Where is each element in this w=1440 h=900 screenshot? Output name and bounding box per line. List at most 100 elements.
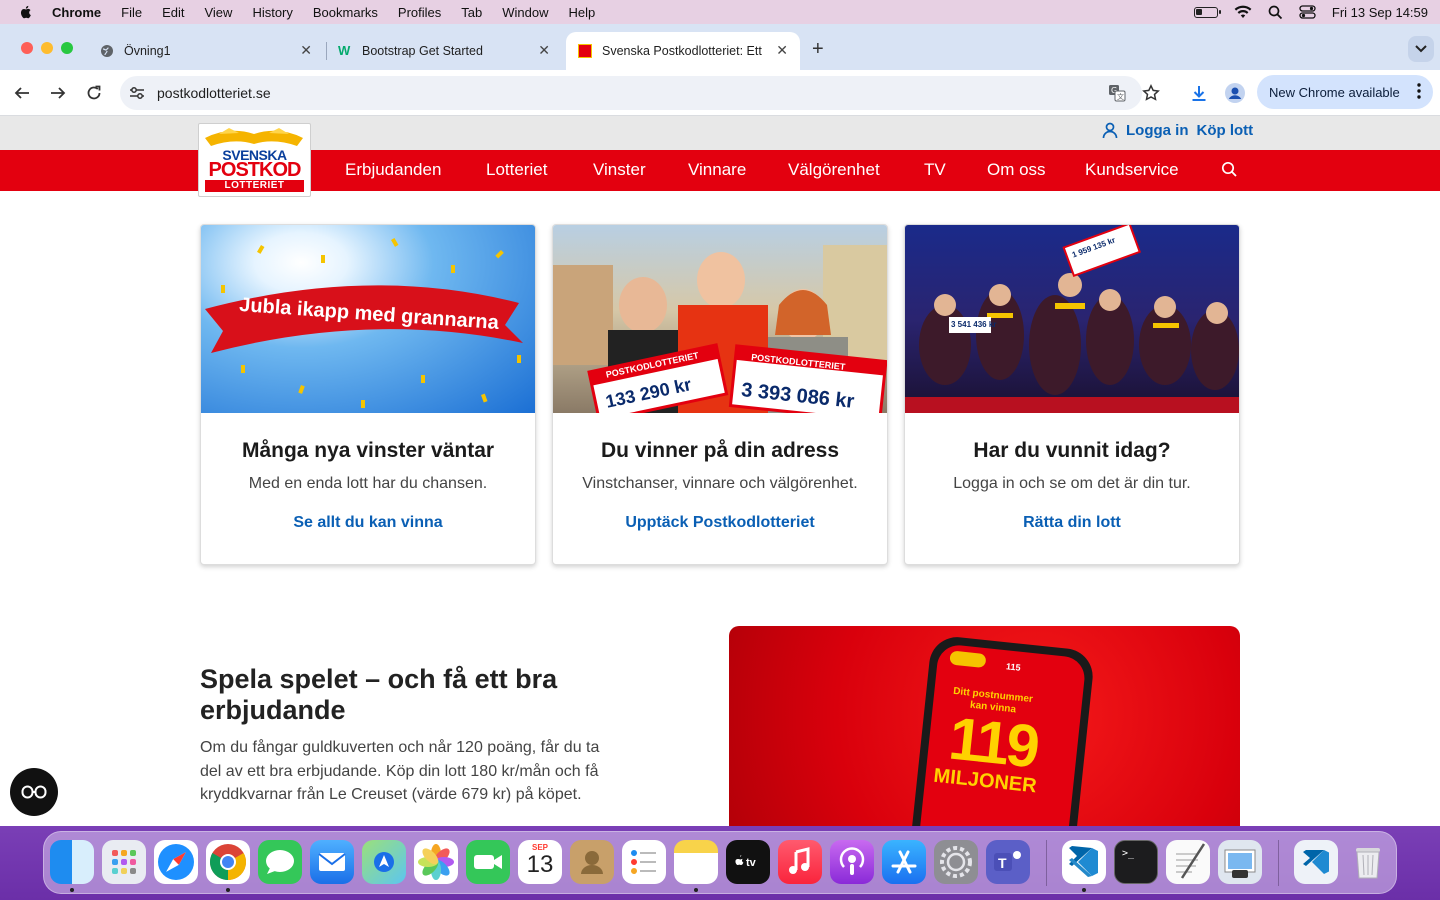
download-icon: [1192, 86, 1206, 101]
appstore-icon[interactable]: [882, 840, 926, 884]
nav-lotteriet[interactable]: Lotteriet: [486, 160, 547, 180]
logo-line-postkod: POSTKOD: [208, 159, 302, 181]
app-store-a-graphic: [891, 850, 917, 874]
tab-search-button[interactable]: [1408, 36, 1434, 62]
nav-erbjudanden[interactable]: Erbjudanden: [345, 160, 441, 180]
vscode-download-icon[interactable]: [1294, 840, 1338, 884]
safari-icon[interactable]: [154, 840, 198, 884]
launchpad-grid-graphic: [112, 850, 136, 874]
close-tab-icon[interactable]: ✕: [538, 42, 550, 59]
new-chrome-available-button[interactable]: New Chrome available: [1257, 75, 1433, 109]
nav-vinster[interactable]: Vinster: [593, 160, 646, 180]
apple-logo-icon[interactable]: [18, 4, 34, 20]
menu-edit[interactable]: Edit: [162, 5, 184, 20]
menu-window[interactable]: Window: [502, 5, 548, 20]
site-settings-icon[interactable]: [128, 85, 146, 101]
buy-ticket-link[interactable]: Köp lott: [1197, 122, 1254, 139]
mail-icon[interactable]: [310, 840, 354, 884]
notes-icon[interactable]: [674, 840, 718, 884]
menu-file[interactable]: File: [121, 5, 142, 20]
bookmark-star-icon[interactable]: [1142, 84, 1160, 102]
card-title: Du vinner på din adress: [600, 439, 840, 462]
downloads-button[interactable]: [1188, 82, 1210, 104]
forward-button[interactable]: [47, 82, 69, 104]
close-window-button[interactable]: [21, 42, 33, 54]
url-text[interactable]: postkodlotteriet.se: [157, 85, 271, 101]
reload-button[interactable]: [83, 82, 105, 104]
promo-game-image[interactable]: 115 Ditt postnummer kan vinna 119 MILJON…: [729, 626, 1240, 826]
offer-card-address[interactable]: POSTKODLOTTERIET 133 290 kr POSTKODLOTTE…: [552, 224, 888, 565]
card-description: Med en enda lott har du chansen.: [248, 475, 488, 492]
menu-tab[interactable]: Tab: [461, 5, 482, 20]
music-icon[interactable]: [778, 840, 822, 884]
tab-bootstrap[interactable]: W Bootstrap Get Started ✕: [326, 32, 562, 70]
menu-view[interactable]: View: [204, 5, 232, 20]
translate-icon[interactable]: G文: [1108, 84, 1126, 102]
checklist-graphic: [631, 850, 656, 874]
menu-history[interactable]: History: [252, 5, 292, 20]
card-link-check-ticket[interactable]: Rätta din lott: [905, 514, 1239, 532]
nav-vinnare[interactable]: Vinnare: [688, 160, 746, 180]
tab-ovning1[interactable]: Övning1 ✕: [88, 32, 324, 70]
facetime-icon[interactable]: [466, 840, 510, 884]
tab-postkodlotteriet[interactable]: Svenska Postkodlotteriet: Ett ✕: [566, 32, 800, 70]
vscode-icon[interactable]: [1062, 840, 1106, 884]
teams-icon[interactable]: T: [986, 840, 1030, 884]
terminal-icon[interactable]: >_: [1114, 840, 1158, 884]
new-tab-button[interactable]: +: [812, 38, 824, 61]
nav-tv[interactable]: TV: [924, 160, 946, 180]
search-icon[interactable]: [1221, 161, 1238, 178]
zoom-window-button[interactable]: [61, 42, 73, 54]
close-tab-icon[interactable]: ✕: [776, 42, 788, 59]
card-title: Har du vunnit idag?: [973, 439, 1171, 462]
calendar-icon[interactable]: SEP 13: [518, 840, 562, 884]
card-link-discover[interactable]: Upptäck Postkodlotteriet: [553, 514, 887, 532]
menubar-clock[interactable]: Fri 13 Sep 14:59: [1332, 5, 1428, 20]
nav-om-oss[interactable]: Om oss: [987, 160, 1046, 180]
login-link[interactable]: Logga in: [1126, 122, 1189, 139]
kebab-menu-icon[interactable]: [1417, 83, 1421, 99]
card-link-prizes[interactable]: Se allt du kan vinna: [201, 514, 535, 532]
card-title: Många nya vinster väntar: [241, 439, 495, 462]
address-bar[interactable]: postkodlotteriet.se G文: [120, 76, 1160, 110]
spotlight-search-icon[interactable]: [1268, 5, 1283, 20]
back-button[interactable]: [11, 82, 33, 104]
accessibility-reader-button[interactable]: [10, 768, 58, 816]
trash-icon[interactable]: [1346, 840, 1390, 884]
menu-help[interactable]: Help: [569, 5, 596, 20]
textedit-icon[interactable]: [1166, 840, 1210, 884]
nav-valgorenhet[interactable]: Välgörenhet: [788, 160, 880, 180]
control-center-icon[interactable]: [1299, 5, 1316, 19]
appletv-icon[interactable]: tv: [726, 840, 770, 884]
menu-app-name[interactable]: Chrome: [52, 5, 101, 20]
finder-icon[interactable]: [50, 840, 94, 884]
podcasts-icon[interactable]: [830, 840, 874, 884]
system-settings-icon[interactable]: [934, 840, 978, 884]
maps-icon[interactable]: [362, 840, 406, 884]
menu-profiles[interactable]: Profiles: [398, 5, 441, 20]
running-indicator: [70, 888, 74, 892]
minimize-window-button[interactable]: [41, 42, 53, 54]
offer-card-check-ticket[interactable]: 3 541 436 kr 1 959 135 kr Har du vunnit …: [904, 224, 1240, 565]
profile-button[interactable]: [1224, 82, 1246, 104]
vscode-folder-graphic: [1303, 850, 1329, 874]
close-tab-icon[interactable]: ✕: [300, 42, 312, 59]
reminders-icon[interactable]: [622, 840, 666, 884]
messages-icon[interactable]: [258, 840, 302, 884]
postkodlotteriet-logo[interactable]: SVENSKA POSTKOD LOTTERIET: [198, 123, 311, 197]
launchpad-icon[interactable]: [102, 840, 146, 884]
reload-icon: [87, 85, 101, 100]
offer-card-prizes[interactable]: Jubla ikapp med grannarna Många nya vins…: [200, 224, 536, 565]
nav-kundservice[interactable]: Kundservice: [1085, 160, 1179, 180]
vscode-logo-graphic: [1069, 846, 1098, 877]
chrome-icon[interactable]: [206, 840, 250, 884]
battery-icon[interactable]: [1193, 6, 1221, 18]
preview-icon[interactable]: [1218, 840, 1262, 884]
winners-photo-graphic: [553, 245, 887, 413]
update-label: New Chrome available: [1269, 84, 1400, 100]
menu-bookmarks[interactable]: Bookmarks: [313, 5, 378, 20]
chevron-down-icon: [1415, 45, 1427, 53]
photos-icon[interactable]: [414, 840, 458, 884]
wifi-icon[interactable]: [1234, 5, 1252, 19]
contacts-icon[interactable]: [570, 840, 614, 884]
